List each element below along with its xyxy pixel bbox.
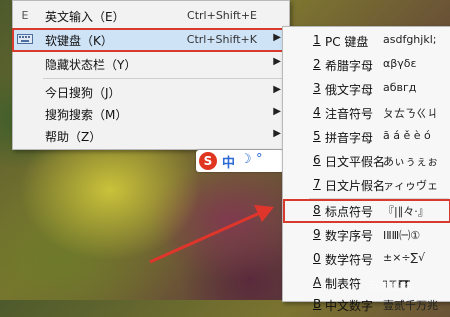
option-sample: ±×÷∑√ [383,251,426,264]
menu-item-help[interactable]: 帮助（Z） ▶ [13,125,289,147]
keyboard-option-zhuyin[interactable]: 4 注音符号 ㄆㄊㄋㄍㄐ [283,101,450,125]
option-sample: ァィゥヴェ [383,179,438,192]
option-sample: αβγδε [383,57,417,70]
keyboard-option-pc[interactable]: 1 PC 键盘 asdfghjkl; [283,29,450,53]
submenu-arrow-icon: ▶ [273,106,281,117]
option-hotkey: 6 [313,153,321,167]
keyboard-option-hiragana[interactable]: 6 日文平假名 あぃぅぇぉ [283,149,450,173]
menu-item-label: 英文输入（E） [45,10,125,24]
option-label: PC 键盘 [325,35,369,49]
option-hotkey: 5 [313,129,321,143]
keyboard-option-math[interactable]: 0 数学符号 ±×÷∑√ [283,247,450,271]
menu-item-shortcut: Ctrl+Shift+K [186,33,257,46]
keyboard-option-pinyin[interactable]: 5 拼音字母 ā á ě è ó [283,125,450,149]
punctuation-icon[interactable]: ° [256,152,263,167]
option-label: 日文平假名 [325,155,386,169]
keyboard-option-russian[interactable]: 3 俄文字母 абвгд [283,77,450,101]
menu-item-label: 帮助（Z） [45,130,102,144]
option-hotkey: B [313,297,322,311]
menu-divider [43,78,287,79]
keyboard-option-katakana[interactable]: 7 日文片假名 ァィゥヴェ [283,173,450,197]
keyboard-option-number-seq[interactable]: 9 数字序号 ⅠⅡⅢ㈠① [283,223,450,247]
option-sample: ⅠⅡⅢ㈠① [383,229,421,242]
ime-status-bar[interactable]: S 中 ☽ ° [196,150,284,172]
keyboard-option-punctuation[interactable]: 8 标点符号 『|∥々·』 [283,199,450,223]
option-hotkey: 4 [313,105,321,119]
menu-item-label: 隐藏状态栏（Y） [45,58,137,72]
option-sample: ā á ě è ó [383,129,431,142]
option-hotkey: A [313,275,322,289]
option-label: 数学符号 [325,253,374,267]
menu-item-label: 今日搜狗（J） [45,86,121,100]
option-label: 俄文字母 [325,83,374,97]
chinese-mode-toggle[interactable]: 中 [222,152,235,171]
option-hotkey: 3 [313,81,321,95]
option-hotkey: 0 [313,251,321,265]
option-hotkey: 7 [313,177,321,191]
submenu-arrow-icon: ▶ [273,84,281,95]
option-label: 标点符号 [325,205,374,219]
soft-keyboard-submenu: 1 PC 键盘 asdfghjkl; 2 希腊字母 αβγδε 3 俄文字母 а… [282,26,450,313]
option-sample: 壹贰千万兆 [383,299,438,312]
option-sample: абвгд [383,81,417,94]
menu-item-today-sogou[interactable]: 今日搜狗（J） ▶ [13,81,289,103]
half-width-moon-icon[interactable]: ☽ [240,152,252,167]
option-label: 制表符 [325,277,362,291]
option-hotkey: 8 [313,203,321,217]
menu-item-sogou-search[interactable]: 搜狗搜索（M） ▶ [13,103,289,125]
menu-item-english-input[interactable]: E 英文输入（E） Ctrl+Shift+E [13,5,289,27]
menu-item-hide-statusbar[interactable]: 隐藏状态栏（Y） ▶ [13,53,289,75]
letter-e-icon: E [21,9,29,22]
option-label: 日文片假名 [325,179,386,193]
ime-context-menu: E 英文输入（E） Ctrl+Shift+E 软键盘（K） Ctrl+Shift… [12,0,290,150]
keyboard-icon [17,33,33,47]
option-hotkey: 9 [313,227,321,241]
option-sample: 『|∥々·』 [383,205,429,218]
sogou-logo-icon[interactable]: S [199,152,217,170]
keyboard-option-tab-chars[interactable]: A 制表符 ┐┬┏┳ [283,271,450,295]
option-label: 拼音字母 [325,131,374,145]
option-hotkey: 1 [313,33,321,47]
option-hotkey: 2 [313,57,321,71]
submenu-arrow-icon: ▶ [273,128,281,139]
option-label: 注音符号 [325,107,374,121]
option-sample: asdfghjkl; [383,33,437,46]
option-sample: ㄆㄊㄋㄍㄐ [383,107,438,120]
keyboard-option-chinese-numerals[interactable]: B 中文数字 壹贰千万兆 [283,293,450,317]
option-sample: あぃぅぇぉ [383,155,438,168]
option-label: 数字序号 [325,229,374,243]
watermark-logo: 百度经验 [368,280,412,293]
menu-item-soft-keyboard[interactable]: 软键盘（K） Ctrl+Shift+K ▶ [12,28,290,52]
submenu-arrow-icon: ▶ [273,32,281,43]
keyboard-option-greek[interactable]: 2 希腊字母 αβγδε [283,53,450,77]
option-label: 希腊字母 [325,59,374,73]
menu-item-shortcut: Ctrl+Shift+E [187,9,257,22]
submenu-arrow-icon: ▶ [273,56,281,67]
menu-item-label: 搜狗搜索（M） [45,108,128,122]
menu-item-label: 软键盘（K） [45,34,113,48]
